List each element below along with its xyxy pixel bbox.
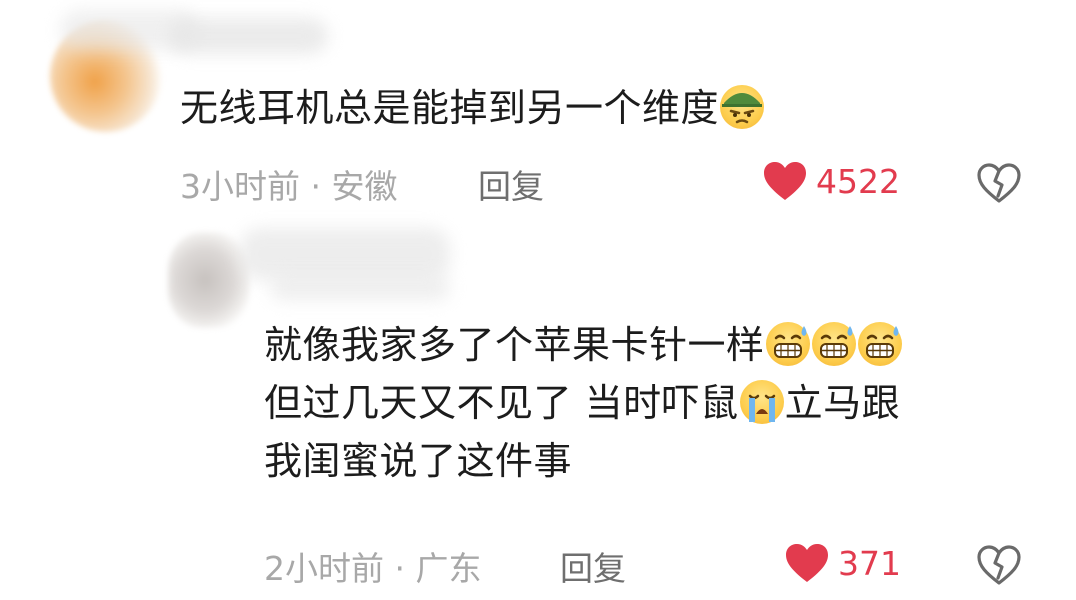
sweat-grin-emoji-icon [765, 322, 810, 366]
like-button[interactable]: 4522 [762, 160, 900, 202]
location: 安徽 [331, 167, 398, 206]
heart-icon [786, 544, 828, 582]
username-blur[interactable] [168, 18, 328, 54]
comment-text-line: 我闺蜜说了这件事 [264, 432, 903, 490]
comment-text-segment: 就像我家多了个苹果卡针一样 [264, 323, 765, 367]
comment-text-line: 但过几天又不见了 当时吓鼠 立马跟 [264, 374, 903, 432]
username-blur[interactable] [240, 228, 450, 280]
timestamp: 2小时前 [264, 549, 384, 588]
separator-dot: · [310, 167, 332, 206]
comment-text: 就像我家多了个苹果卡针一样 但过几天又不见了 当时吓鼠 立马跟 我闺蜜说了这件事 [264, 316, 903, 490]
comment-meta: 3小时前 · 安徽 [180, 160, 397, 208]
blur-smudge [270, 275, 450, 301]
soldier-helmet-emoji-icon [720, 85, 765, 129]
comment-text-line: 无线耳机总是能掉到另一个维度 [180, 86, 720, 130]
comment-text-segment: 我闺蜜说了这件事 [264, 439, 573, 483]
loudly-crying-emoji-icon [739, 380, 784, 424]
comment-meta: 2小时前 · 广东 [264, 542, 481, 590]
sweat-grin-emoji-icon [857, 322, 902, 366]
separator-dot: · [394, 549, 416, 588]
comment-text-segment: 但过几天又不见了 当时吓鼠 [264, 381, 739, 425]
sweat-grin-emoji-icon [811, 322, 856, 366]
timestamp: 3小时前 [180, 167, 300, 206]
reply-button[interactable]: 回复 [560, 542, 626, 590]
broken-heart-icon[interactable] [976, 544, 1022, 586]
like-count: 371 [838, 543, 901, 583]
like-count: 4522 [816, 161, 900, 201]
heart-icon [764, 162, 806, 200]
location: 广东 [415, 549, 482, 588]
broken-heart-icon[interactable] [976, 162, 1022, 204]
comment-text-segment: 立马跟 [784, 381, 901, 425]
comment-text-line: 就像我家多了个苹果卡针一样 [264, 316, 903, 374]
reply-button[interactable]: 回复 [478, 160, 544, 208]
avatar[interactable] [168, 232, 250, 328]
like-button[interactable]: 371 [784, 542, 901, 584]
comment-text: 无线耳机总是能掉到另一个维度 [180, 79, 765, 137]
